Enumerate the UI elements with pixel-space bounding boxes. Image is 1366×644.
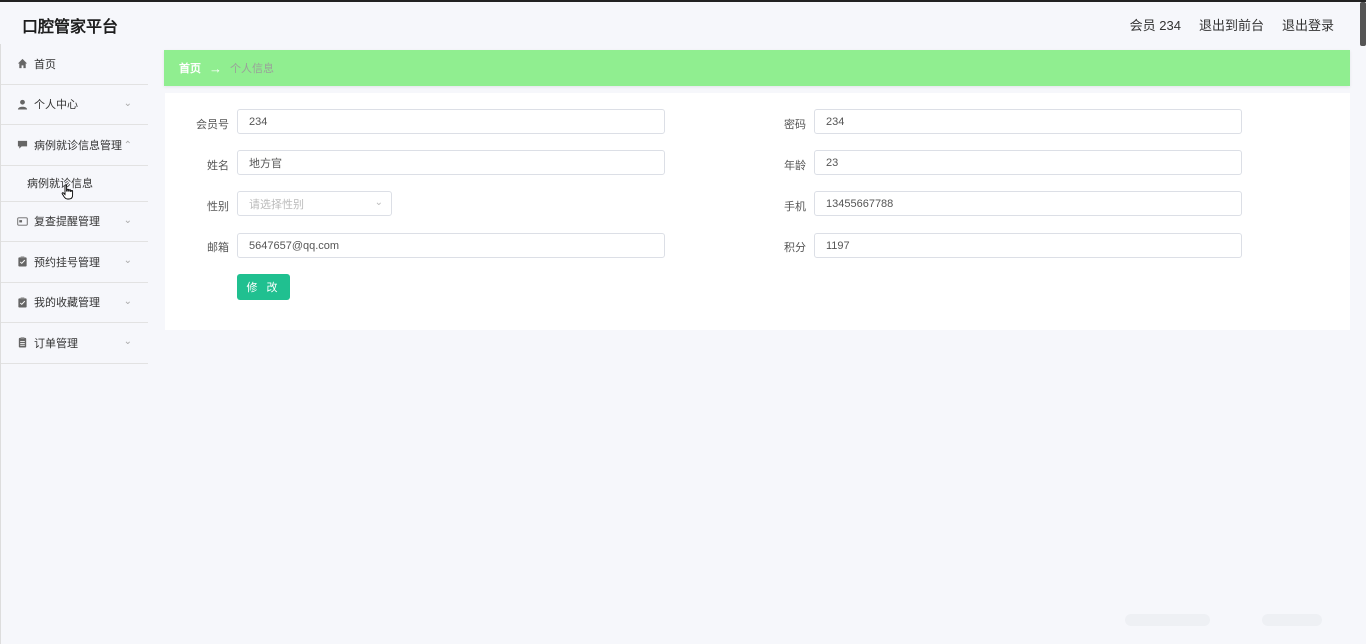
logout-link[interactable]: 退出登录 bbox=[1282, 15, 1334, 34]
scrollbar[interactable] bbox=[1360, 2, 1366, 46]
member-no-field[interactable]: 234 bbox=[237, 109, 665, 134]
header-actions: 会员 234 退出到前台 退出登录 bbox=[1130, 15, 1334, 34]
member-no-value: 234 bbox=[249, 115, 268, 128]
breadcrumb-arrow-icon: → bbox=[209, 60, 222, 76]
top-header: 口腔管家平台 会员 234 退出到前台 退出登录 bbox=[0, 0, 1366, 46]
hand-cursor-icon bbox=[61, 183, 74, 199]
sidebar-item-label: 订单管理 bbox=[34, 337, 78, 350]
gender-select[interactable]: 请选择性别 ⌄ bbox=[237, 191, 392, 216]
chevron-down-icon: ⌄ bbox=[123, 295, 132, 307]
sidebar-item-appointment[interactable]: 预约挂号管理 ⌄ bbox=[1, 242, 148, 283]
profile-form: 会员号 234 密码 234 姓名 地方官 年龄 23 性别 请选择性别 ⌄ 手… bbox=[165, 93, 1350, 330]
chevron-down-icon: ⌄ bbox=[123, 255, 132, 266]
sidebar-item-case-records[interactable]: 病例就诊信息管理 ⌃ bbox=[1, 125, 148, 166]
gender-placeholder: 请选择性别 bbox=[249, 198, 304, 211]
chevron-up-icon: ⌃ bbox=[123, 140, 132, 151]
sidebar-item-label: 我的收藏管理 bbox=[34, 297, 100, 310]
sidebar-item-label: 个人中心 bbox=[34, 99, 78, 112]
clipboard-icon bbox=[17, 256, 28, 267]
sidebar-item-orders[interactable]: 订单管理 ⌄ bbox=[1, 323, 148, 364]
current-user: 会员 234 bbox=[1129, 18, 1181, 33]
clipboard-icon bbox=[17, 297, 28, 308]
update-button[interactable]: 修 改 bbox=[237, 274, 290, 300]
chevron-down-icon: ⌄ bbox=[123, 214, 132, 226]
document-icon bbox=[17, 337, 28, 348]
age-field[interactable]: 23 bbox=[814, 150, 1242, 175]
password-label: 密码 bbox=[784, 119, 806, 131]
sidebar-item-home[interactable]: 首页 bbox=[1, 44, 148, 85]
name-value: 地方官 bbox=[249, 157, 282, 170]
email-value: 5647657@qq.com bbox=[249, 239, 340, 252]
user-icon bbox=[17, 99, 28, 110]
phone-value: 13455667788 bbox=[826, 197, 894, 210]
footer-decoration bbox=[1125, 614, 1210, 626]
breadcrumb: 首页 → 个人信息 bbox=[164, 50, 1350, 86]
email-label: 邮箱 bbox=[207, 242, 229, 254]
home-icon bbox=[17, 58, 28, 69]
footer-decoration bbox=[1262, 614, 1322, 626]
sidebar-item-label: 病例就诊信息管理 bbox=[34, 139, 122, 152]
sidebar-item-personal-center[interactable]: 个人中心 ⌄ bbox=[1, 85, 148, 125]
age-value: 23 bbox=[826, 156, 839, 169]
sidebar-item-label: 复查提醒管理 bbox=[34, 216, 100, 229]
sidebar-subitem-case-info[interactable]: 病例就诊信息 bbox=[1, 166, 148, 202]
sidebar-item-label: 预约挂号管理 bbox=[34, 256, 100, 269]
sidebar-item-favorites[interactable]: 我的收藏管理 ⌄ bbox=[1, 283, 148, 323]
password-field[interactable]: 234 bbox=[814, 109, 1242, 134]
points-value: 1197 bbox=[826, 239, 850, 252]
app-title: 口腔管家平台 bbox=[22, 19, 119, 36]
name-label: 姓名 bbox=[207, 160, 229, 172]
password-value: 234 bbox=[826, 115, 845, 128]
points-field[interactable]: 1197 bbox=[814, 233, 1242, 258]
email-field[interactable]: 5647657@qq.com bbox=[237, 233, 665, 258]
chevron-down-icon: ⌄ bbox=[374, 197, 383, 208]
phone-label: 手机 bbox=[784, 201, 806, 213]
chevron-down-icon: ⌄ bbox=[123, 97, 132, 109]
sidebar-item-label: 首页 bbox=[34, 58, 56, 71]
card-icon bbox=[17, 216, 28, 227]
name-field[interactable]: 地方官 bbox=[237, 150, 665, 175]
breadcrumb-current: 个人信息 bbox=[230, 63, 274, 75]
back-to-front-link[interactable]: 退出到前台 bbox=[1199, 15, 1264, 34]
gender-label: 性别 bbox=[207, 201, 229, 213]
sidebar: 首页 个人中心 ⌄ 病例就诊信息管理 ⌃ 病例就诊信息 复查提醒管理 ⌄ 预约挂… bbox=[0, 44, 148, 644]
sidebar-subitem-label: 病例就诊信息 bbox=[27, 178, 93, 190]
chat-icon bbox=[17, 139, 28, 150]
points-label: 积分 bbox=[784, 242, 806, 254]
age-label: 年龄 bbox=[784, 160, 806, 172]
chevron-down-icon: ⌄ bbox=[123, 336, 132, 347]
phone-field[interactable]: 13455667788 bbox=[814, 191, 1242, 216]
sidebar-item-followup-reminder[interactable]: 复查提醒管理 ⌄ bbox=[1, 202, 148, 242]
member-no-label: 会员号 bbox=[196, 119, 229, 131]
breadcrumb-home-link[interactable]: 首页 bbox=[179, 60, 201, 76]
